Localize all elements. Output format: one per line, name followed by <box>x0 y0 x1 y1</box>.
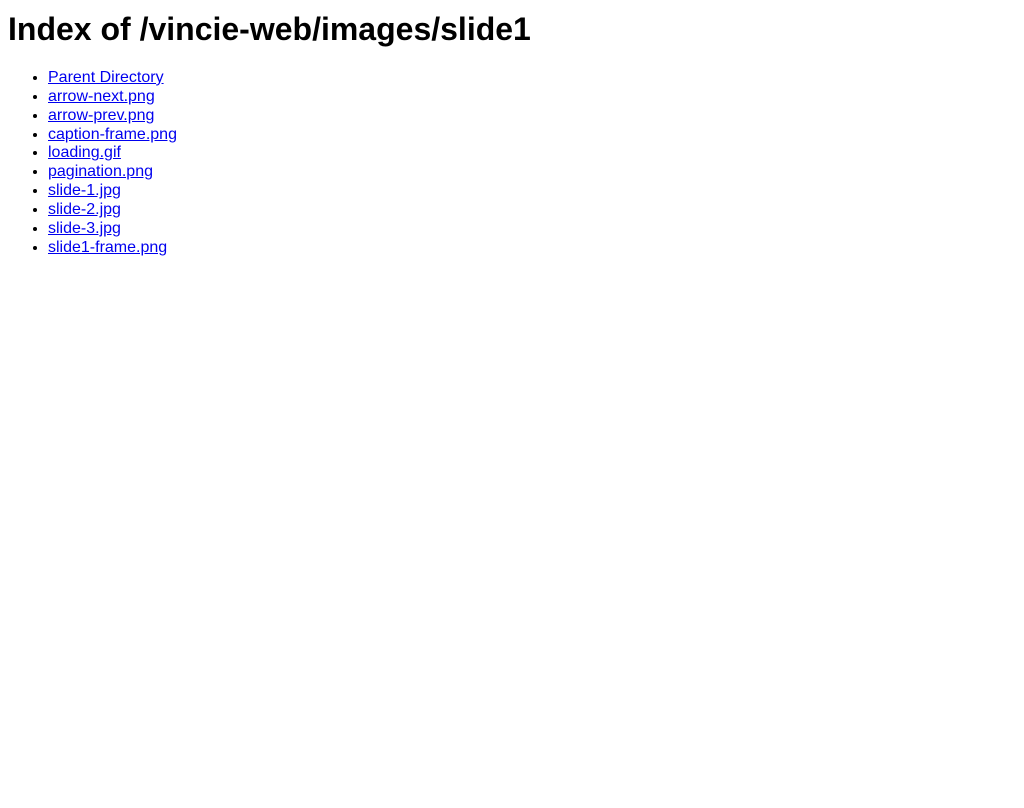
page-title: Index of /vincie-web/images/slide1 <box>8 11 531 47</box>
list-item: slide-2.jpg <box>48 201 1016 220</box>
list-item: arrow-next.png <box>48 88 1016 107</box>
list-item: pagination.png <box>48 163 1016 182</box>
list-item: slide-3.jpg <box>48 220 1016 239</box>
listing-link-slide-3-jpg[interactable]: slide-3.jpg <box>48 220 121 237</box>
listing-link-pagination-png[interactable]: pagination.png <box>48 163 153 180</box>
listing-link-caption-frame-png[interactable]: caption-frame.png <box>48 126 177 143</box>
directory-listing: Parent Directory arrow-next.png arrow-pr… <box>8 69 1016 258</box>
directory-index-page: Index of /vincie-web/images/slide1 Paren… <box>8 8 1016 258</box>
listing-link-parent-directory[interactable]: Parent Directory <box>48 69 164 86</box>
listing-link-arrow-prev-png[interactable]: arrow-prev.png <box>48 107 154 124</box>
list-item: slide1-frame.png <box>48 239 1016 258</box>
listing-link-loading-gif[interactable]: loading.gif <box>48 144 121 161</box>
list-item: caption-frame.png <box>48 126 1016 145</box>
listing-link-arrow-next-png[interactable]: arrow-next.png <box>48 88 155 105</box>
list-item: slide-1.jpg <box>48 182 1016 201</box>
list-item: loading.gif <box>48 144 1016 163</box>
list-item: arrow-prev.png <box>48 107 1016 126</box>
listing-link-slide-1-jpg[interactable]: slide-1.jpg <box>48 182 121 199</box>
listing-link-slide1-frame-png[interactable]: slide1-frame.png <box>48 239 167 256</box>
listing-link-slide-2-jpg[interactable]: slide-2.jpg <box>48 201 121 218</box>
list-item: Parent Directory <box>48 69 1016 88</box>
